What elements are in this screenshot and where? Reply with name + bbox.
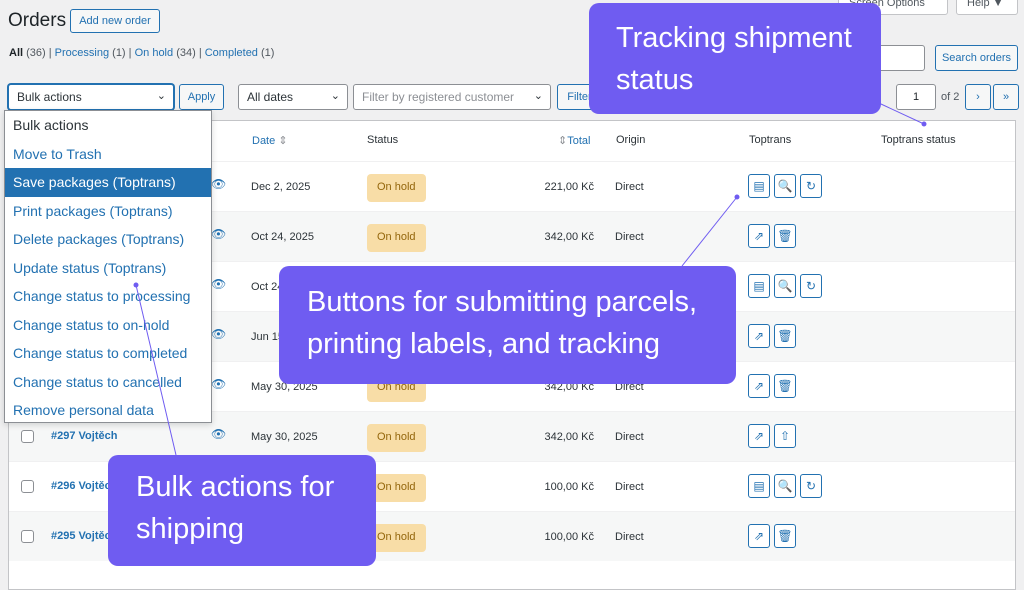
order-total: 342,00 Kč <box>544 231 594 243</box>
external-link-icon[interactable]: ⇗ <box>748 374 770 398</box>
separator: | <box>128 47 132 59</box>
order-date: Dec 2, 2025 <box>251 181 311 193</box>
status-badge: On hold <box>367 424 426 452</box>
external-link-icon[interactable]: ⇗ <box>748 324 770 348</box>
refresh-icon[interactable]: ↻ <box>800 274 822 298</box>
customer-filter-placeholder: Filter by registered customer <box>362 90 515 104</box>
row-checkbox[interactable] <box>21 430 34 443</box>
page-title: Orders <box>8 10 67 31</box>
filter-completed-link[interactable]: Completed <box>205 47 258 59</box>
document-icon[interactable]: ▤ <box>748 174 770 198</box>
status-badge: On hold <box>367 224 426 252</box>
trash-icon[interactable]: 🗑 <box>774 224 796 248</box>
bulk-actions-select[interactable]: Bulk actions ⌄ <box>8 84 174 110</box>
column-header-toptrans: Toptrans <box>749 134 792 146</box>
order-total: 221,00 Kč <box>544 181 594 193</box>
order-date: May 30, 2025 <box>251 431 318 443</box>
filter-processing-count: (1) <box>112 47 126 59</box>
page-number-input[interactable]: 1 <box>896 84 936 110</box>
search-icon[interactable]: 🔍 <box>774 274 796 298</box>
filter-onhold-count: (34) <box>176 47 196 59</box>
bulk-menu-item[interactable]: Update status (Toptrans) <box>5 254 211 283</box>
column-header-total[interactable]: ⇕Total <box>558 134 590 147</box>
preview-eye-icon[interactable]: 👁 <box>211 327 226 341</box>
bulk-actions-value: Bulk actions <box>17 90 82 104</box>
column-header-toptrans-status: Toptrans status <box>881 134 956 146</box>
bulk-menu-item[interactable]: Delete packages (Toptrans) <box>5 225 211 254</box>
document-icon[interactable]: ▤ <box>748 474 770 498</box>
external-link-icon[interactable]: ⇗ <box>748 224 770 248</box>
bulk-actions-dropdown: Bulk actions Move to Trash Save packages (… <box>4 110 212 423</box>
sort-icon: ⇕ <box>558 135 568 147</box>
callout-buttons: Buttons for submitting parcels, printing… <box>279 266 736 384</box>
filter-completed-count: (1) <box>261 47 275 59</box>
order-date: Oct 24, 2025 <box>251 231 314 243</box>
bulk-menu-item[interactable]: Print packages (Toptrans) <box>5 197 211 226</box>
document-icon[interactable]: ▤ <box>748 274 770 298</box>
external-link-icon[interactable]: ⇗ <box>748 524 770 548</box>
order-total: 342,00 Kč <box>544 431 594 443</box>
order-origin: Direct <box>615 231 644 243</box>
order-origin: Direct <box>615 531 644 543</box>
order-origin: Direct <box>615 181 644 193</box>
preview-eye-icon[interactable]: 👁 <box>211 227 226 241</box>
customer-filter-select[interactable]: Filter by registered customer ⌄ <box>353 84 551 110</box>
trash-icon[interactable]: 🗑 <box>774 324 796 348</box>
order-origin: Direct <box>615 431 644 443</box>
filter-all-count: (36) <box>26 47 46 59</box>
last-page-button[interactable]: » <box>993 84 1019 110</box>
refresh-icon[interactable]: ↻ <box>800 474 822 498</box>
column-header-status: Status <box>367 134 399 146</box>
preview-eye-icon[interactable]: 👁 <box>211 177 226 191</box>
column-header-date[interactable]: Date ⇕ <box>252 134 288 147</box>
trash-icon[interactable]: 🗑 <box>774 374 796 398</box>
page-count-label: of 2 <box>941 91 960 103</box>
bulk-menu-item[interactable]: Save packages (Toptrans) <box>5 168 211 197</box>
status-badge: On hold <box>367 174 426 202</box>
apply-button[interactable]: Apply <box>179 84 224 110</box>
help-button[interactable]: Help ▼ <box>956 0 1018 15</box>
callout-tracking: Tracking shipment status <box>589 3 881 114</box>
separator: | <box>48 47 52 59</box>
filter-processing-link[interactable]: Processing <box>55 47 109 59</box>
filter-onhold-link[interactable]: On hold <box>135 47 174 59</box>
chevron-down-icon: ⌄ <box>533 90 543 102</box>
chevron-down-icon: ⌄ <box>156 90 166 102</box>
next-page-button[interactable]: › <box>965 84 991 110</box>
row-checkbox[interactable] <box>21 530 34 543</box>
search-orders-button[interactable]: Search orders <box>935 45 1018 71</box>
dates-select[interactable]: All dates ⌄ <box>238 84 348 110</box>
status-filter-links: All (36) | Processing (1) | On hold (34)… <box>9 47 274 59</box>
order-origin: Direct <box>615 481 644 493</box>
bulk-menu-item[interactable]: Change status to processing <box>5 282 211 311</box>
bulk-menu-item[interactable]: Bulk actions <box>5 111 211 140</box>
dates-value: All dates <box>247 90 294 104</box>
bulk-menu-item[interactable]: Move to Trash <box>5 140 211 169</box>
order-total: 100,00 Kč <box>544 481 594 493</box>
chevron-down-icon: ⌄ <box>330 90 340 102</box>
search-icon[interactable]: 🔍 <box>774 474 796 498</box>
add-new-order-button[interactable]: Add new order <box>70 9 160 33</box>
row-checkbox[interactable] <box>21 480 34 493</box>
preview-eye-icon[interactable]: 👁 <box>211 277 226 291</box>
callout-bulk-actions: Bulk actions for shipping <box>108 455 376 566</box>
upload-icon[interactable]: ⇧ <box>774 424 796 448</box>
sort-icon: ⇕ <box>278 135 288 147</box>
column-header-origin: Origin <box>616 134 646 146</box>
preview-eye-icon[interactable]: 👁 <box>211 427 226 441</box>
bulk-menu-item[interactable]: Remove personal data <box>5 396 211 425</box>
order-total: 100,00 Kč <box>544 531 594 543</box>
refresh-icon[interactable]: ↻ <box>800 174 822 198</box>
preview-eye-icon[interactable]: 👁 <box>211 377 226 391</box>
bulk-menu-item[interactable]: Change status to completed <box>5 339 211 368</box>
order-link[interactable]: #297 Vojtěch <box>51 430 117 442</box>
external-link-icon[interactable]: ⇗ <box>748 424 770 448</box>
trash-icon[interactable]: 🗑 <box>774 524 796 548</box>
separator: | <box>198 47 202 59</box>
bulk-menu-item[interactable]: Change status to on-hold <box>5 311 211 340</box>
search-icon[interactable]: 🔍 <box>774 174 796 198</box>
filter-all-label[interactable]: All <box>9 47 23 59</box>
bulk-menu-item[interactable]: Change status to cancelled <box>5 368 211 397</box>
